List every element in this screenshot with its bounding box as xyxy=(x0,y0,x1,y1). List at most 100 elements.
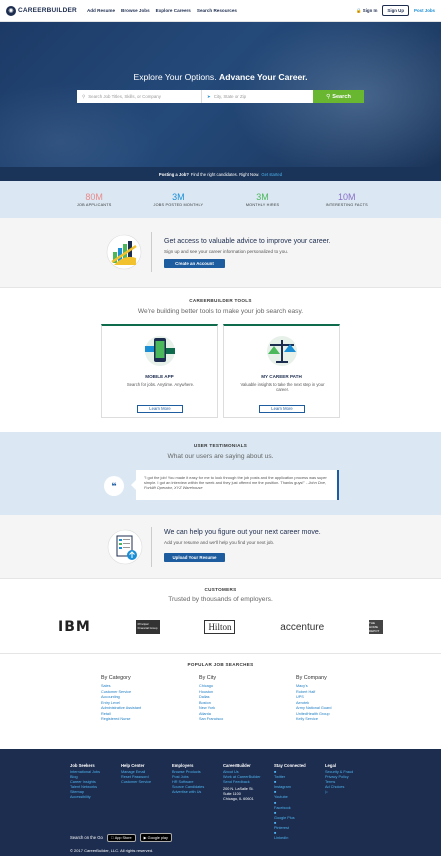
footer-link[interactable]: Accessibility xyxy=(70,795,122,800)
footer-heading: Stay Connected xyxy=(274,763,306,768)
footer-legal: Legal Security & Fraud Privacy Policy Te… xyxy=(325,763,377,795)
job-search-bar: ⚲ Search Job Titles, Skills, or Company … xyxy=(77,90,364,103)
nav-browse-jobs[interactable]: Browse Jobs xyxy=(121,8,150,13)
category-link[interactable]: Registered Nurse xyxy=(101,717,191,723)
sign-up-button[interactable]: Sign Up xyxy=(382,5,410,16)
column-title: By Company xyxy=(296,675,327,681)
search-on-the-go-label: Search on the Go xyxy=(70,835,103,840)
social-label: LinkedIn xyxy=(274,836,289,841)
logo-text: CAREERBUILDER xyxy=(18,7,77,14)
footer-heading: CareerBuilder xyxy=(223,763,251,768)
sign-in-link[interactable]: 🔒 Sign In xyxy=(356,8,377,14)
lock-icon: 🔒 xyxy=(356,7,362,13)
create-account-section: Get access to valuable advice to improve… xyxy=(0,218,441,288)
post-job-bar: Posting a Job? Find the right candidates… xyxy=(0,167,441,181)
customers-kicker: CUSTOMERS xyxy=(204,587,237,592)
testimonial-quote: "I got the job! You made it easy for me … xyxy=(144,475,327,486)
help-subtitle: Add your resume and we'll help you find … xyxy=(164,540,275,545)
app-store-badge[interactable]:  App Store xyxy=(106,833,136,842)
search-button[interactable]: ⚲ Search xyxy=(313,90,364,103)
location-input[interactable]: ➤ City, State or Zip xyxy=(202,90,313,103)
logo-mark-icon: ◉ xyxy=(6,5,16,16)
customers-subtitle: Trusted by thousands of employers. xyxy=(168,596,273,603)
footer-link[interactable]: Customer Service xyxy=(121,780,173,785)
column-title: By City xyxy=(199,675,217,681)
company-link[interactable]: Kelly Service xyxy=(296,717,386,723)
footer-heading: Job Seekers xyxy=(70,763,95,768)
app-store-label: App Store xyxy=(110,835,132,840)
customers-section: CUSTOMERS Trusted by thousands of employ… xyxy=(0,579,441,654)
careerbuilder-logo[interactable]: ◉ CAREERBUILDER xyxy=(6,5,77,16)
tools-subtitle: We're building better tools to make your… xyxy=(137,308,304,315)
search-icon: ⚲ xyxy=(82,93,86,99)
card-title: MOBILE APP xyxy=(145,374,174,379)
footer-heading: Legal xyxy=(325,763,336,768)
google-play-badge[interactable]: ▶ Google play xyxy=(139,833,172,842)
post-job-lead: Posting a Job? xyxy=(158,171,189,177)
resume-upload-icon xyxy=(107,529,143,565)
youtube-link[interactable]: ■ Youtube xyxy=(274,790,326,800)
google-plus-link[interactable]: ■ Google Plus xyxy=(274,811,326,821)
card-title: MY CAREER PATH xyxy=(261,374,302,379)
stat-label: JOBS POSTED MONTHLY xyxy=(153,203,204,207)
facebook-link[interactable]: ■ Facebook xyxy=(274,801,326,811)
tools-section: CAREERBUILDER TOOLS We're building bette… xyxy=(0,288,441,432)
stat-value: 80M xyxy=(85,192,103,202)
mobile-phone-icon xyxy=(145,336,175,366)
help-title: We can help you figure out your next car… xyxy=(164,529,321,536)
column-title: By Category xyxy=(101,675,131,681)
home-depot-logo: THE HOME DEPOT xyxy=(369,620,383,634)
copyright-text: © 2017 CareerBuilder, LLC. All rights re… xyxy=(70,848,154,853)
ad-choices-icon: ▷ xyxy=(325,790,328,795)
ad-choices-link[interactable]: Ad Choices ▷ xyxy=(325,785,377,795)
footer-job-seekers: Job Seekers International Jobs Blog Care… xyxy=(70,763,122,801)
upload-resume-section: We can help you figure out your next car… xyxy=(0,515,441,579)
principal-logo: Principal Financial Group xyxy=(135,620,160,634)
twitter-link[interactable]: ■ Twitter xyxy=(274,770,326,780)
footer-careerbuilder: CareerBuilder About Us Work at CareerBui… xyxy=(223,763,275,803)
by-city-column: By City Chicago Houston Dallas Boston Ne… xyxy=(199,675,289,723)
post-jobs-link[interactable]: Post Jobs xyxy=(414,8,435,13)
post-job-text: Find the right candidates. Right Now. xyxy=(190,171,260,177)
career-path-card: MY CAREER PATH Valuable insights to take… xyxy=(223,324,340,418)
ibm-logo: IBM xyxy=(58,619,91,635)
stat-label: INTERESTING FACTS xyxy=(325,203,368,207)
card-text: Search for jobs. Anytime. Anywhere. xyxy=(126,382,195,387)
by-company-column: By Company Macy's Robert Half UPS Aerote… xyxy=(296,675,386,723)
keywords-input[interactable]: ⚲ Search Job Titles, Skills, or Company xyxy=(77,90,202,103)
stat-monthly-hires: 3M MONTHLY HIRES xyxy=(223,192,303,207)
search-button-icon: ⚲ xyxy=(326,93,331,100)
section-divider xyxy=(151,232,152,272)
stat-value: 10M xyxy=(337,192,356,202)
google-play-label: Google play xyxy=(143,836,168,840)
sign-in-label: Sign In xyxy=(362,8,378,13)
nav-add-resume[interactable]: Add Resume xyxy=(87,8,115,13)
create-account-button[interactable]: Create an Account xyxy=(164,259,225,268)
footer-help-center: Help Center Manage Email Reset Password … xyxy=(121,763,173,785)
footer-heading: Employers xyxy=(172,763,194,768)
upload-resume-button[interactable]: Upload Your Resume xyxy=(164,553,225,562)
city-link[interactable]: San Francisco xyxy=(199,717,289,723)
stat-value: 3M xyxy=(256,192,269,202)
testimonials-kicker: USER TESTIMONIALS xyxy=(193,443,248,448)
page: ◉ CAREERBUILDER Add Resume Browse Jobs E… xyxy=(0,0,441,856)
stat-value: 3M xyxy=(172,192,185,202)
location-placeholder: City, State or Zip xyxy=(213,94,247,99)
learn-more-button[interactable]: Learn More xyxy=(259,405,305,413)
accenture-logo: accenture xyxy=(280,621,325,633)
keywords-placeholder: Search Job Titles, Skills, or Company xyxy=(88,94,161,99)
nav-search-resources[interactable]: Search Resources xyxy=(197,8,237,13)
linkedin-link[interactable]: ■ LinkedIn xyxy=(274,831,326,841)
balance-scale-icon xyxy=(267,336,297,366)
tools-kicker: CAREERBUILDER TOOLS xyxy=(189,298,252,303)
access-title: Get access to valuable advice to improve… xyxy=(164,238,331,245)
instagram-link[interactable]: ■ Instagram xyxy=(274,780,326,790)
stat-label: MONTHLY HIRES xyxy=(245,203,280,207)
nav-explore-careers[interactable]: Explore Careers xyxy=(156,8,191,13)
get-started-link[interactable]: Get started xyxy=(261,172,282,177)
pinterest-link[interactable]: ■ Pinterest xyxy=(274,821,326,831)
footer-stay-connected: Stay Connected ■ Twitter ■ Instagram ■ Y… xyxy=(274,763,326,841)
learn-more-button[interactable]: Learn More xyxy=(137,405,183,413)
footer-link[interactable]: Advertise with Us xyxy=(172,790,224,795)
section-divider xyxy=(151,527,152,567)
